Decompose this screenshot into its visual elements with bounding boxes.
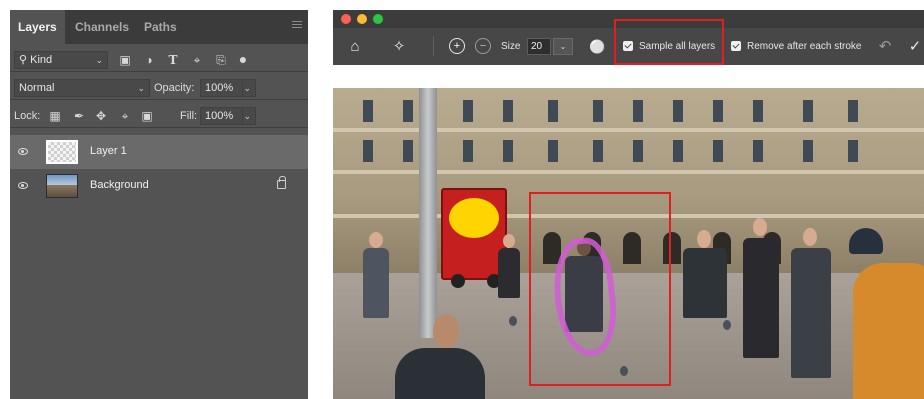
lock-row: Lock: ▦ ✒ ✥ ⌖ ▣ Fill: 100% ⌄: [10, 104, 308, 128]
layer-thumbnail: [46, 174, 78, 198]
person: [498, 248, 520, 298]
foreground-man: [395, 348, 485, 399]
tab-channels[interactable]: Channels: [75, 10, 129, 44]
add-stroke-icon[interactable]: +: [449, 38, 465, 54]
pigeon: [509, 316, 517, 326]
chevron-down-icon: ⌄: [95, 55, 103, 65]
visibility-eye-icon[interactable]: [18, 148, 28, 155]
minimize-window-button[interactable]: [357, 14, 367, 24]
lock-artboard-icon[interactable]: ⌖: [118, 107, 132, 125]
opacity-value: 100%: [205, 82, 234, 94]
layer-row-background[interactable]: Background: [10, 169, 308, 203]
chevron-down-icon: ⌄: [243, 111, 251, 121]
opacity-label: Opacity:: [154, 82, 195, 94]
filter-kind-dropdown[interactable]: ⚲ Kind ⌄: [14, 51, 108, 69]
layer-name: Background: [90, 179, 149, 191]
layer-name: Layer 1: [90, 145, 127, 157]
fill-label: Fill:: [180, 110, 198, 122]
pigeon: [723, 320, 731, 330]
search-icon: ⚲: [19, 54, 28, 66]
chevron-down-icon: ⌄: [137, 83, 145, 93]
visibility-eye-icon[interactable]: [18, 182, 28, 189]
remove-after-stroke-checkbox[interactable]: [731, 41, 741, 51]
tab-paths[interactable]: Paths: [144, 10, 177, 44]
blend-row: Normal ⌄ Opacity: 100% ⌄: [10, 76, 308, 100]
person: [743, 238, 779, 358]
lock-position-icon[interactable]: ✥: [94, 107, 108, 125]
toolbar-divider: [433, 36, 434, 56]
panel-menu-icon[interactable]: [292, 21, 302, 31]
fill-value: 100%: [205, 110, 234, 122]
lamp-pole: [419, 88, 437, 338]
remove-after-stroke-label: Remove after each stroke: [747, 41, 862, 52]
image-window: ⌂ ✧ + − Size 20 ⌄ ⚪ Sample all layers Re…: [333, 10, 924, 399]
blend-mode-dropdown[interactable]: Normal ⌄: [14, 79, 150, 97]
shape-filter-icon[interactable]: ⌖: [190, 51, 204, 69]
filter-toggle-icon[interactable]: ●: [236, 50, 250, 68]
person: [683, 248, 727, 318]
foreground-man-head: [433, 314, 459, 348]
blend-mode-value: Normal: [19, 82, 55, 94]
panel-tab-bar: Layers Channels Paths: [10, 10, 308, 44]
person-highlight-box: [529, 192, 671, 386]
close-window-button[interactable]: [341, 14, 351, 24]
size-label: Size: [501, 41, 521, 52]
apply-icon[interactable]: ✓: [907, 38, 923, 56]
zoom-window-button[interactable]: [373, 14, 383, 24]
sample-all-layers-highlight: [614, 19, 724, 65]
tab-layers[interactable]: Layers: [10, 10, 65, 44]
lock-icon: [277, 176, 286, 189]
layer-row-layer-1[interactable]: Layer 1: [10, 135, 308, 169]
opacity-slider-toggle[interactable]: ⌄: [242, 79, 256, 97]
canvas-photo: [333, 88, 924, 399]
layer-thumbnail: [46, 140, 78, 164]
fill-slider-toggle[interactable]: ⌄: [242, 107, 256, 125]
subtract-stroke-icon[interactable]: −: [475, 38, 491, 54]
filter-kind-label: Kind: [30, 54, 53, 66]
smart-object-filter-icon[interactable]: ⎘: [214, 51, 228, 69]
person: [791, 248, 831, 378]
lock-transparent-icon[interactable]: ▦: [48, 107, 62, 125]
pressure-icon[interactable]: ⚪: [589, 38, 605, 56]
layers-panel: Layers Channels Paths ⚲ Kind ⌄ ▣ ◑ T ⌖ ⎘…: [10, 10, 308, 399]
beanie: [849, 228, 883, 254]
image-filter-icon[interactable]: ▣: [118, 51, 132, 69]
lock-all-icon[interactable]: ▣: [140, 107, 154, 125]
size-input[interactable]: 20: [527, 38, 551, 55]
lock-pixels-icon[interactable]: ✒: [72, 107, 86, 125]
adjustment-filter-icon[interactable]: ◑: [142, 51, 156, 69]
lock-label: Lock:: [14, 110, 41, 122]
fill-field[interactable]: 100%: [200, 107, 248, 125]
opacity-field[interactable]: 100%: [200, 79, 248, 97]
home-icon[interactable]: ⌂: [347, 38, 363, 56]
person: [363, 248, 389, 318]
filter-row: ⚲ Kind ⌄ ▣ ◑ T ⌖ ⎘ ●: [10, 48, 308, 72]
undo-icon[interactable]: ↶: [877, 38, 893, 56]
size-dropdown[interactable]: ⌄: [553, 38, 573, 55]
chevron-down-icon: ⌄: [243, 83, 251, 93]
orange-coat-person: [853, 263, 924, 399]
spot-healing-brush-icon[interactable]: ✧: [391, 38, 407, 56]
type-filter-icon[interactable]: T: [166, 51, 180, 69]
